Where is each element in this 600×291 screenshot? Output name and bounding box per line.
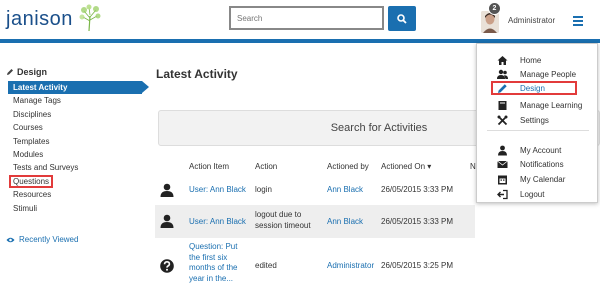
pencil-icon (7, 69, 13, 75)
hamburger-menu-icon[interactable] (573, 16, 583, 26)
action-item-link[interactable]: User: Ann Black (189, 217, 246, 228)
menu-item-label: Manage Learning (520, 100, 583, 110)
sidebar-item-label: Questions (9, 174, 54, 188)
sidebar-item-label: Tests and Surveys (13, 163, 79, 173)
action-cell: login (255, 185, 272, 194)
menu-divider (487, 130, 589, 131)
design-highlight-outline (491, 81, 577, 95)
sidebar-item-latest-activity[interactable]: Latest Activity (8, 81, 149, 95)
menu-item-manage-people[interactable]: Manage People (477, 67, 599, 81)
top-header: janison 2 Administrator (0, 0, 600, 40)
page-title: Latest Activity (156, 67, 238, 81)
menu-item-label: Home (520, 55, 542, 65)
sidebar-item-stimuli[interactable]: Stimuli (8, 202, 142, 215)
sidebar-heading: Design (6, 67, 47, 77)
sidebar-item-label: Courses (13, 123, 43, 133)
sidebar-item-label: Templates (13, 136, 50, 146)
account-icon (498, 145, 507, 155)
table-header-row: Action Item Action Actioned by Actioned … (155, 158, 476, 176)
book-icon (498, 100, 507, 110)
menu-item-settings[interactable]: Settings (477, 113, 599, 127)
logo-text: janison (6, 8, 73, 30)
sidebar-item-disciplines[interactable]: Disciplines (8, 108, 142, 121)
sidebar-item-templates[interactable]: Templates (8, 135, 142, 148)
user-icon (160, 183, 174, 197)
menu-item-logout[interactable]: Logout (477, 187, 599, 201)
menu-item-my-account[interactable]: My Account (477, 143, 599, 157)
menu-item-label: Logout (520, 189, 545, 199)
action-cell: logout due to session timeout (255, 210, 311, 230)
sidebar-item-resources[interactable]: Resources (8, 188, 142, 201)
actioned-on-cell: 26/05/2015 3:33 PM (381, 185, 454, 194)
recently-viewed-link[interactable]: Recently Viewed (6, 235, 78, 244)
menu-item-home[interactable]: Home (477, 53, 599, 67)
table-row[interactable]: Question: Put the first six months of th… (155, 240, 475, 291)
question-icon (160, 259, 174, 273)
menu-item-manage-learning[interactable]: Manage Learning (477, 98, 599, 112)
menu-item-my-calendar[interactable]: My Calendar (477, 172, 599, 186)
logo-tree-icon (79, 4, 101, 32)
main-menu-dropdown: Home Manage People Design Manage Learnin… (476, 43, 598, 203)
column-header-action-item[interactable]: Action Item (189, 162, 229, 171)
search-icon (397, 13, 407, 24)
sidebar-item-modules[interactable]: Modules (8, 148, 142, 161)
actioned-on-cell: 26/05/2015 3:33 PM (381, 217, 454, 226)
user-icon (160, 214, 174, 228)
janison-logo[interactable]: janison (6, 8, 73, 31)
user-name[interactable]: Administrator (508, 16, 555, 25)
menu-item-label: Manage People (520, 69, 577, 79)
search-activities-label: Search for Activities (330, 122, 428, 134)
tools-icon (497, 115, 508, 125)
menu-item-label: My Calendar (520, 174, 566, 184)
action-cell: edited (255, 261, 277, 270)
notification-badge: 2 (488, 2, 501, 15)
logout-icon (497, 189, 508, 199)
action-item-link[interactable]: Question: Put the first six months of th… (189, 242, 249, 284)
column-header-actioned-by[interactable]: Actioned by (327, 162, 369, 171)
recently-viewed-label: Recently Viewed (19, 235, 79, 244)
people-icon (497, 69, 508, 79)
actioned-on-cell: 26/05/2015 3:25 PM (381, 261, 454, 270)
envelope-icon (497, 160, 508, 168)
actioned-by-link[interactable]: Ann Black (327, 217, 363, 228)
column-header-n[interactable]: N (470, 162, 476, 171)
calendar-icon (498, 175, 507, 184)
actioned-by-link[interactable]: Ann Black (327, 185, 363, 196)
eye-icon (6, 237, 15, 242)
sidebar: Design Latest Activity Manage Tags Disci… (0, 43, 149, 291)
actioned-by-link[interactable]: Administrator (327, 261, 374, 272)
sidebar-item-label: Disciplines (13, 109, 52, 119)
search-input[interactable] (231, 8, 382, 28)
column-header-action[interactable]: Action (255, 162, 277, 171)
global-search (229, 6, 384, 30)
menu-item-label: Settings (520, 115, 549, 125)
sidebar-item-questions[interactable]: Questions (8, 174, 142, 188)
sidebar-nav: Latest Activity Manage Tags Disciplines … (8, 81, 149, 215)
sidebar-heading-label: Design (17, 67, 48, 77)
menu-item-label: My Account (520, 145, 562, 155)
sidebar-item-courses[interactable]: Courses (8, 121, 142, 134)
menu-item-notifications[interactable]: Notifications (477, 157, 599, 171)
table-row[interactable]: User: Ann Black login Ann Black 26/05/20… (155, 176, 475, 204)
table-row[interactable]: User: Ann Black logout due to session ti… (155, 205, 475, 238)
sidebar-item-label: Manage Tags (13, 96, 61, 106)
sidebar-item-label: Latest Activity (13, 83, 68, 92)
action-item-link[interactable]: User: Ann Black (189, 185, 246, 196)
sidebar-item-manage-tags[interactable]: Manage Tags (8, 94, 142, 107)
sidebar-item-label: Modules (13, 149, 44, 159)
home-icon (497, 55, 508, 65)
column-header-actioned-on[interactable]: Actioned On ▾ (381, 162, 431, 171)
search-button[interactable] (388, 6, 416, 31)
menu-item-label: Notifications (520, 159, 564, 169)
sidebar-item-label: Stimuli (13, 203, 38, 213)
sidebar-item-label: Resources (13, 190, 52, 200)
sidebar-item-tests-and-surveys[interactable]: Tests and Surveys (8, 161, 142, 174)
